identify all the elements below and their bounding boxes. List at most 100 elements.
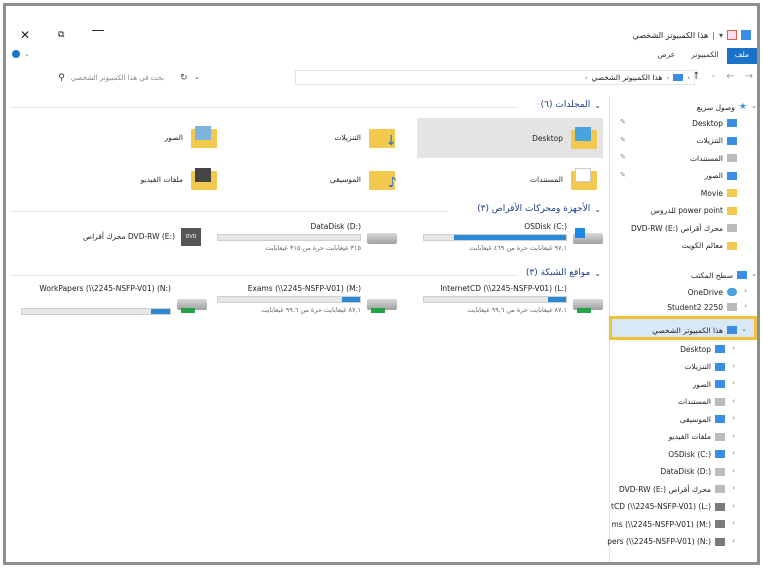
nav-quick-item[interactable]: معالم الكويت <box>682 239 737 253</box>
this-pc-icon <box>673 74 684 81</box>
nav-pc-item[interactable]: DataDisk (D:) <box>660 465 725 479</box>
address-dropdown-icon[interactable]: ⌄ <box>194 73 200 81</box>
chevron-right-icon[interactable]: ‹ <box>732 397 735 405</box>
refresh-icon[interactable]: ↻ <box>180 73 188 83</box>
chevron-right-icon[interactable]: ‹ <box>732 449 735 457</box>
network-drive-l[interactable]: InternetCD (\\2245-NSFP-V01) (L:) ٨٧,١ غ… <box>413 284 603 324</box>
nav-pc-item[interactable]: المستندات <box>678 395 725 409</box>
nav-onedrive[interactable]: OneDrive <box>688 285 737 299</box>
minimize-icon[interactable] <box>92 30 104 31</box>
network-drive-m[interactable]: Exams (\\2245-NSFP-V01) (M:) ٨٧,١ غيغابا… <box>217 284 397 324</box>
chevron-down-icon[interactable]: ⌄ <box>751 270 757 278</box>
nav-pc-item[interactable]: ملفات الفيديو <box>669 430 725 444</box>
nav-pc-item[interactable]: tCD (\\2245-NSFP-V01) (L:) <box>611 500 725 514</box>
nav-quick-item[interactable]: Movie <box>701 186 737 200</box>
search-icon[interactable]: ⚲ <box>58 73 65 83</box>
drive-usage-fill <box>150 309 170 314</box>
chevron-right-icon[interactable]: ‹ <box>732 379 735 387</box>
group-header-devices[interactable]: ⌄ الأجهزة ومحركات الأقراص (٣) <box>477 204 601 214</box>
drive-e[interactable]: DVD محرك أقراص DVD-RW (E:) <box>27 228 207 252</box>
nav-pc-item[interactable]: Desktop <box>680 342 725 356</box>
nav-quick-item[interactable]: محرك أقراص DVD-RW (E:) <box>631 221 737 235</box>
drive-name: OSDisk (C:) <box>524 222 567 231</box>
title-separator: | <box>712 30 715 40</box>
nav-quick-item[interactable]: التنزيلات <box>696 134 737 148</box>
chevron-right-icon[interactable]: ‹ <box>732 537 735 545</box>
nav-this-pc[interactable]: هذا الكمبيوتر الشخصي <box>652 323 737 337</box>
tab-file[interactable]: ملف <box>726 48 757 64</box>
nav-pc-item[interactable]: ms (\\2245-NSFP-V01) (M:) <box>611 517 725 531</box>
maximize-icon[interactable]: ⧉ <box>58 30 64 40</box>
chevron-right-icon[interactable]: ‹ <box>732 519 735 527</box>
dvd-drive-icon: DVD <box>177 228 207 246</box>
pin-icon[interactable]: ✎ <box>620 136 626 144</box>
nav-quick-item[interactable]: power point للدروس <box>651 204 737 218</box>
tab-computer[interactable]: الكمبيوتر <box>683 48 726 64</box>
folder-videos[interactable]: ملفات الفيديو <box>141 168 217 190</box>
group-header-network[interactable]: ⌄ مواقع الشبكة (٣) <box>526 268 601 278</box>
nav-pc-item[interactable]: الموسيقى <box>680 412 725 426</box>
chevron-right-icon[interactable]: ‹ <box>744 302 747 310</box>
close-icon[interactable]: ✕ <box>20 28 30 42</box>
folder-documents[interactable]: المستندات <box>417 168 603 190</box>
group-title: مواقع الشبكة (٣) <box>525 268 591 278</box>
network-drive-icon <box>573 294 603 313</box>
folder-pictures[interactable]: الصور <box>165 126 217 148</box>
chevron-right-icon[interactable]: ‹ <box>732 502 735 510</box>
nav-item-label: التنزيلات <box>684 362 711 371</box>
chevron-right-icon[interactable]: ‹ <box>732 362 735 370</box>
folder-downloads[interactable]: ↓ التنزيلات <box>334 126 397 148</box>
nav-desktop-root[interactable]: سطح المكتب <box>691 268 747 282</box>
tab-view[interactable]: عرض <box>650 48 684 64</box>
search-input[interactable]: بحث في هذا الكمبيوتر الشخصي <box>71 74 164 82</box>
nav-pc-item[interactable]: التنزيلات <box>684 360 725 374</box>
ribbon: ملف الكمبيوتر عرض ⌄ <box>6 48 757 66</box>
breadcrumb[interactable]: هذا الكمبيوتر الشخصي <box>592 73 663 82</box>
nav-quick-access[interactable]: ★ وصول سريع <box>697 100 747 114</box>
forward-icon[interactable]: ← <box>726 71 734 82</box>
folder-icon <box>727 206 737 215</box>
chevron-down-icon[interactable]: ⌄ <box>741 325 747 333</box>
drive-icon <box>727 119 737 127</box>
nav-quick-item[interactable]: المستندات <box>690 151 737 165</box>
network-drive-n[interactable]: WorkPapers (\\2245-NSFP-V01) (N:) <box>19 284 207 324</box>
nav-pc-item[interactable]: محرك أقراص DVD-RW (E:) <box>619 482 725 496</box>
folder-music[interactable]: ♪ الموسيقى <box>330 168 397 190</box>
drive-icon <box>715 362 725 371</box>
pin-icon[interactable]: ✎ <box>620 118 626 126</box>
nav-quick-item[interactable]: Desktop <box>692 116 737 130</box>
nav-quick-item[interactable]: الصور <box>705 169 737 183</box>
star-icon: ★ <box>738 102 747 112</box>
chevron-right-icon[interactable]: ‹ <box>732 467 735 475</box>
quick-access-dropdown-icon[interactable]: ▾ <box>719 31 723 40</box>
navigation-pane: ★ وصول سريع ⌄ Desktop ✎ التنزيلات ✎ المستندات ✎ ا… <box>607 96 757 562</box>
nav-item-label: سطح المكتب <box>690 270 733 280</box>
app-icon <box>741 30 751 40</box>
recent-dropdown-icon[interactable]: ⌄ <box>710 71 716 82</box>
chevron-right-icon[interactable]: ‹ <box>732 344 735 352</box>
chevron-right-icon[interactable]: ‹ <box>744 287 747 295</box>
help-icon[interactable] <box>12 50 20 58</box>
properties-icon[interactable] <box>727 30 737 40</box>
drive-icon <box>715 415 725 423</box>
drive-d[interactable]: DataDisk (D:) ٣١٥ غيغابايت حرة من ٣١٥ غي… <box>217 222 397 258</box>
nav-pc-item[interactable]: الصور <box>693 377 725 391</box>
pin-icon[interactable]: ✎ <box>620 171 626 179</box>
network-drive-icon <box>715 502 725 511</box>
chevron-right-icon[interactable]: ‹ <box>732 414 735 422</box>
search-box[interactable]: بحث في هذا الكمبيوتر الشخصي ⚲ <box>18 70 168 85</box>
nav-pc-item[interactable]: OSDisk (C:) <box>668 447 725 461</box>
back-icon[interactable]: → <box>745 71 753 82</box>
chevron-right-icon[interactable]: ‹ <box>732 484 735 492</box>
drive-usage-bar <box>423 234 567 241</box>
chevron-down-icon[interactable]: ⌄ <box>751 102 757 110</box>
chevron-right-icon[interactable]: ‹ <box>732 432 735 440</box>
folder-desktop[interactable]: Desktop <box>417 118 603 158</box>
address-bar[interactable]: › › هذا الكمبيوتر الشخصي › <box>295 70 695 85</box>
pin-icon[interactable]: ✎ <box>620 153 626 161</box>
ribbon-expand-icon[interactable]: ⌄ <box>24 50 30 58</box>
drive-c[interactable]: OSDisk (C:) ٩٧,١ غيغابايت حرة من ٤٦٩ غيغ… <box>413 222 603 258</box>
group-header-folders[interactable]: ⌄ المجلدات (٦) <box>541 100 601 110</box>
nav-student[interactable]: Student2 2250 <box>667 300 737 314</box>
nav-pc-item[interactable]: pers (\\2245-NSFP-V01) (N:) <box>607 535 725 549</box>
